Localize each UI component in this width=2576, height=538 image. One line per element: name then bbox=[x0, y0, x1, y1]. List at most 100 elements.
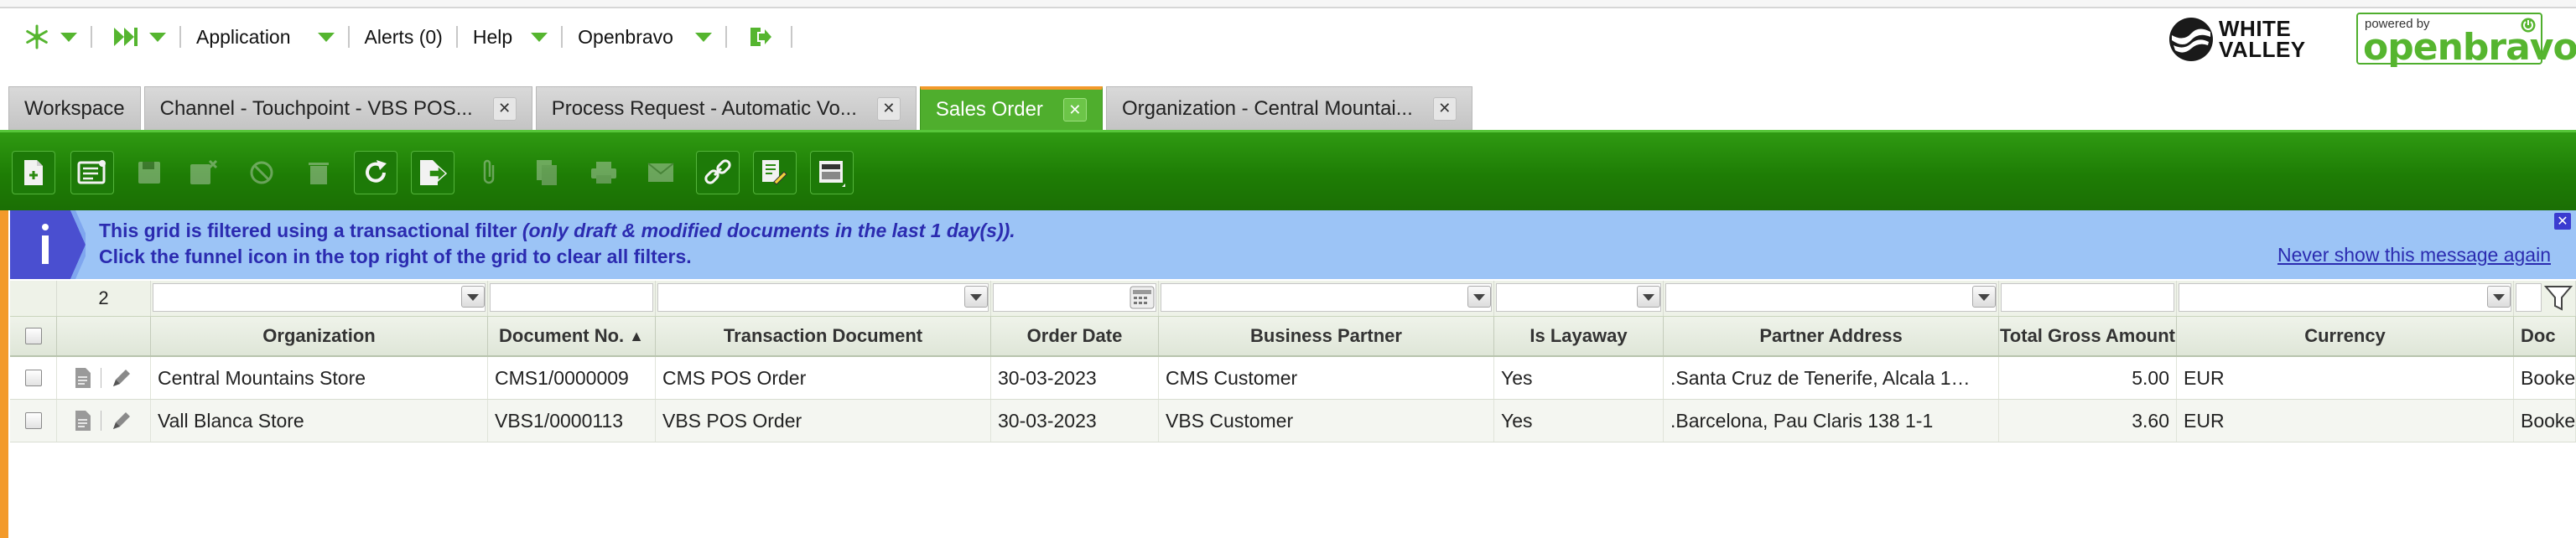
tab-channel-touchpoint[interactable]: Channel - Touchpoint - VBS POS... ✕ bbox=[143, 86, 532, 130]
funnel-icon[interactable] bbox=[2543, 284, 2573, 313]
filter-input-document-no[interactable] bbox=[490, 283, 653, 312]
nav-separator bbox=[455, 26, 458, 48]
column-header-is-layaway[interactable]: Is Layaway bbox=[1494, 317, 1664, 355]
filter-input-transaction-document[interactable] bbox=[657, 283, 989, 312]
column-header-order-date[interactable]: Order Date bbox=[991, 317, 1159, 355]
chevron-down-icon[interactable] bbox=[1637, 286, 1660, 308]
export-button[interactable] bbox=[411, 151, 454, 194]
nav-separator bbox=[790, 26, 792, 48]
chevron-down-icon[interactable] bbox=[2487, 286, 2511, 308]
filter-doc-status bbox=[2514, 281, 2576, 316]
tab-process-request[interactable]: Process Request - Automatic Vo... ✕ bbox=[535, 86, 917, 130]
select-all-checkbox[interactable] bbox=[24, 328, 42, 344]
email-icon bbox=[647, 163, 674, 182]
chevron-down-icon[interactable] bbox=[964, 286, 988, 308]
fast-forward-icon[interactable] bbox=[107, 22, 144, 52]
menu-help-label: Help bbox=[472, 25, 513, 48]
chevron-down-icon[interactable] bbox=[1972, 286, 1996, 308]
message-text: This grid is filtered using a transactio… bbox=[99, 220, 522, 241]
quick-launch-icon[interactable] bbox=[18, 22, 55, 52]
copy-button[interactable] bbox=[525, 151, 569, 194]
cell-doc-status: Booke bbox=[2514, 357, 2576, 399]
column-header-label: Organization bbox=[262, 325, 376, 346]
filter-input-organization[interactable] bbox=[153, 283, 486, 312]
save-close-button[interactable] bbox=[181, 151, 225, 194]
quick-launch-dropdown-icon[interactable] bbox=[60, 32, 77, 42]
cell-transaction-document: VBS POS Order bbox=[656, 400, 991, 442]
cell-business-partner: CMS Customer bbox=[1159, 357, 1494, 399]
column-header-currency[interactable]: Currency bbox=[2177, 317, 2514, 355]
cell-currency: EUR bbox=[2177, 357, 2514, 399]
top-border bbox=[0, 0, 2576, 8]
tools-button[interactable] bbox=[753, 151, 797, 194]
filter-input-total-gross-amount[interactable] bbox=[2001, 283, 2174, 312]
chevron-down-icon[interactable] bbox=[461, 286, 485, 308]
tab-organization[interactable]: Organization - Central Mountai... ✕ bbox=[1105, 86, 1472, 130]
column-header-label: Business Partner bbox=[1250, 325, 1402, 346]
top-navigation: Application Alerts (0) Help Openbravo bbox=[18, 22, 808, 52]
grid-filter-row: 2 bbox=[10, 281, 2576, 317]
table-row[interactable]: Central Mountains Store CMS1/0000009 CMS… bbox=[10, 357, 2576, 400]
delete-button[interactable] bbox=[297, 151, 340, 194]
column-header-label: Currency bbox=[2304, 325, 2386, 346]
document-icon[interactable] bbox=[74, 366, 92, 390]
column-header-document-no[interactable]: Document No. ▲ bbox=[488, 317, 656, 355]
nav-separator bbox=[561, 26, 564, 48]
filter-cell-check bbox=[10, 281, 57, 316]
message-filter-detail: (only draft & modified documents in the … bbox=[522, 220, 1015, 241]
column-header-total-gross-amount[interactable]: Total Gross Amount bbox=[1999, 317, 2177, 355]
row-checkbox[interactable] bbox=[24, 370, 42, 386]
filter-total-gross-amount bbox=[1999, 281, 2177, 316]
recent-dropdown-icon[interactable] bbox=[149, 32, 166, 42]
close-icon[interactable]: ✕ bbox=[2554, 213, 2571, 230]
close-icon[interactable]: ✕ bbox=[492, 96, 517, 121]
tab-sales-order[interactable]: Sales Order ✕ bbox=[919, 86, 1103, 130]
filter-input-currency[interactable] bbox=[2179, 283, 2511, 312]
filter-input-doc-status[interactable] bbox=[2516, 283, 2542, 312]
row-checkbox[interactable] bbox=[24, 412, 42, 429]
close-icon[interactable]: ✕ bbox=[1432, 96, 1457, 121]
print-button[interactable] bbox=[582, 151, 626, 194]
column-header-doc-status[interactable]: Doc bbox=[2514, 317, 2576, 355]
filter-input-business-partner[interactable] bbox=[1161, 283, 1492, 312]
never-show-message-link[interactable]: Never show this message again bbox=[2277, 244, 2551, 266]
new-document-button[interactable] bbox=[12, 151, 55, 194]
export-icon bbox=[420, 160, 448, 185]
chevron-down-icon[interactable] bbox=[1467, 286, 1491, 308]
menu-openbravo[interactable]: Openbravo bbox=[578, 26, 720, 49]
filter-input-partner-address[interactable] bbox=[1665, 283, 1997, 312]
column-header-transaction-document[interactable]: Transaction Document bbox=[656, 317, 991, 355]
cancel-button[interactable] bbox=[240, 151, 283, 194]
column-header-partner-address[interactable]: Partner Address bbox=[1664, 317, 1999, 355]
column-header-organization[interactable]: Organization bbox=[151, 317, 488, 355]
attach-button[interactable] bbox=[468, 151, 512, 194]
column-header-actions bbox=[57, 317, 151, 355]
form-view-button[interactable] bbox=[70, 151, 114, 194]
menu-application[interactable]: Application bbox=[196, 26, 343, 49]
column-header-label: Is Layaway bbox=[1530, 325, 1628, 346]
link-button[interactable] bbox=[696, 151, 740, 194]
refresh-button[interactable] bbox=[354, 151, 397, 194]
close-icon[interactable]: ✕ bbox=[876, 96, 901, 121]
tab-label: Workspace bbox=[24, 96, 125, 120]
tab-workspace[interactable]: Workspace bbox=[8, 86, 141, 130]
nav-separator bbox=[91, 26, 92, 48]
table-row[interactable]: Vall Blanca Store VBS1/0000113 VBS POS O… bbox=[10, 400, 2576, 442]
row-select-cell bbox=[10, 357, 57, 399]
save-button[interactable] bbox=[127, 151, 171, 194]
menu-alerts[interactable]: Alerts (0) bbox=[365, 26, 446, 49]
tab-label: Channel - Touchpoint - VBS POS... bbox=[159, 96, 473, 120]
layout-button[interactable] bbox=[810, 151, 854, 194]
close-icon[interactable]: ✕ bbox=[1062, 98, 1087, 122]
window-tabs: Workspace Channel - Touchpoint - VBS POS… bbox=[8, 86, 1476, 130]
edit-pencil-icon[interactable] bbox=[110, 409, 133, 432]
edit-pencil-icon[interactable] bbox=[110, 366, 133, 390]
document-icon[interactable] bbox=[74, 409, 92, 432]
delete-icon bbox=[309, 163, 329, 184]
column-header-business-partner[interactable]: Business Partner bbox=[1159, 317, 1494, 355]
calendar-icon[interactable] bbox=[1130, 286, 1155, 309]
logout-icon[interactable] bbox=[742, 22, 779, 52]
menu-help[interactable]: Help bbox=[473, 26, 556, 49]
email-button[interactable] bbox=[639, 151, 683, 194]
chevron-down-icon bbox=[531, 32, 548, 42]
